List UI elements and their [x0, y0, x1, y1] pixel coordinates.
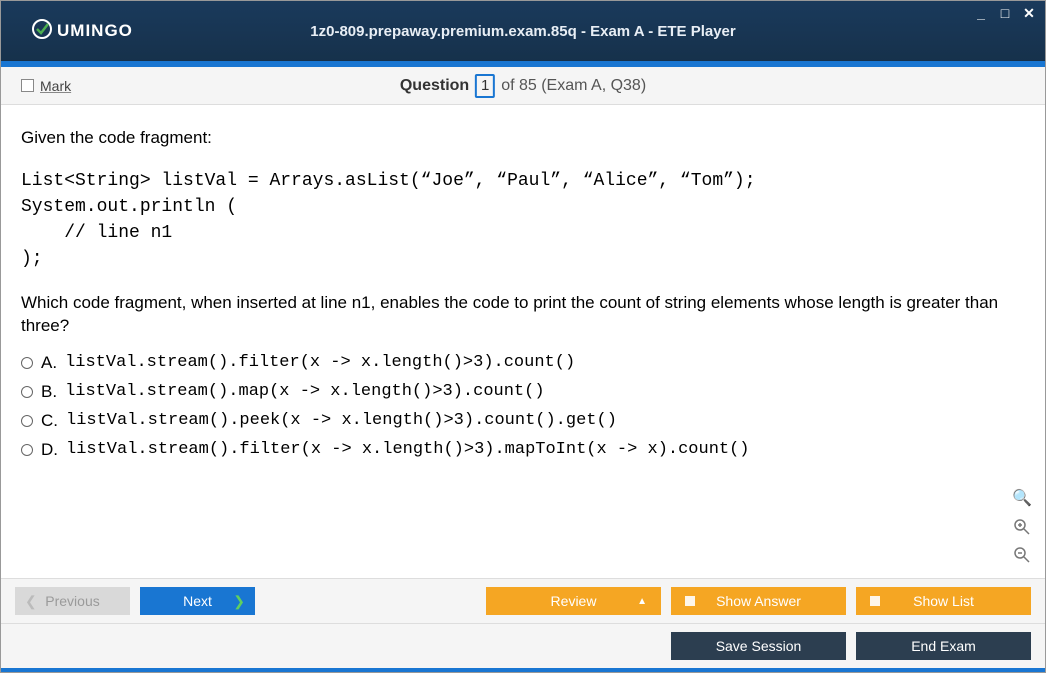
option-a[interactable]: A. listVal.stream().filter(x -> x.length(…	[21, 352, 1025, 375]
question-label: Question	[400, 77, 469, 95]
radio-icon[interactable]	[21, 444, 33, 456]
question-meta-bar: Mark Question 1 of 85 (Exam A, Q38)	[1, 67, 1045, 105]
title-bar: UMINGO 1z0-809.prepaway.premium.exam.85q…	[1, 1, 1045, 61]
previous-button[interactable]: ❮ Previous	[15, 587, 130, 615]
next-button[interactable]: Next ❯	[140, 587, 255, 615]
square-icon	[870, 596, 880, 606]
question-position: Question 1 of 85 (Exam A, Q38)	[400, 74, 646, 98]
chevron-right-icon: ❯	[233, 593, 245, 610]
option-c[interactable]: C. listVal.stream().peek(x -> x.length()>…	[21, 410, 1025, 433]
save-session-button[interactable]: Save Session	[671, 632, 846, 660]
zoom-in-icon[interactable]	[1011, 516, 1033, 538]
option-d[interactable]: D. listVal.stream().filter(x -> x.length(…	[21, 439, 1025, 462]
mark-checkbox[interactable]: Mark	[21, 78, 71, 94]
option-letter: B.	[41, 381, 57, 404]
brand-text: UMINGO	[57, 21, 133, 41]
question-total: of 85 (Exam A, Q38)	[501, 77, 646, 95]
mark-label: Mark	[40, 78, 71, 94]
review-label: Review	[551, 593, 597, 609]
minimize-icon[interactable]: _	[973, 5, 989, 22]
option-letter: D.	[41, 439, 58, 462]
code-fragment: List<String> listVal = Arrays.asList(“Jo…	[21, 168, 1025, 272]
question-content: Given the code fragment: List<String> li…	[1, 105, 1045, 578]
footer-nav: ❮ Previous Next ❯ Review ▲ Show Answer Show…	[1, 578, 1045, 623]
chevron-left-icon: ❮	[25, 593, 37, 610]
footer-session: Save Session End Exam	[1, 623, 1045, 672]
next-label: Next	[183, 593, 212, 609]
check-icon	[31, 18, 53, 45]
triangle-up-icon: ▲	[637, 596, 647, 607]
question-text: Which code fragment, when inserted at li…	[21, 292, 1025, 338]
end-exam-button[interactable]: End Exam	[856, 632, 1031, 660]
window-title: 1z0-809.prepaway.premium.exam.85q - Exam…	[310, 23, 735, 40]
zoom-tools: 🔍	[1011, 488, 1033, 566]
option-code: listVal.stream().filter(x -> x.length()>…	[65, 352, 575, 375]
previous-label: Previous	[45, 593, 99, 609]
app-logo: UMINGO	[31, 18, 133, 45]
radio-icon[interactable]	[21, 386, 33, 398]
option-code: listVal.stream().peek(x -> x.length()>3)…	[66, 410, 617, 433]
show-answer-button[interactable]: Show Answer	[671, 587, 846, 615]
show-answer-label: Show Answer	[716, 593, 801, 609]
checkbox-icon[interactable]	[21, 79, 34, 92]
maximize-icon[interactable]: □	[997, 5, 1013, 22]
option-letter: C.	[41, 410, 58, 433]
option-code: listVal.stream().map(x -> x.length()>3).…	[65, 381, 544, 404]
show-list-button[interactable]: Show List	[856, 587, 1031, 615]
option-code: listVal.stream().filter(x -> x.length()>…	[66, 439, 750, 462]
review-button[interactable]: Review ▲	[486, 587, 661, 615]
magnifier-icon[interactable]: 🔍	[1011, 488, 1033, 510]
zoom-out-icon[interactable]	[1011, 544, 1033, 566]
question-number-input[interactable]: 1	[475, 74, 495, 98]
radio-icon[interactable]	[21, 415, 33, 427]
close-icon[interactable]: ✕	[1021, 5, 1037, 22]
show-list-label: Show List	[913, 593, 974, 609]
intro-text: Given the code fragment:	[21, 127, 1025, 150]
radio-icon[interactable]	[21, 357, 33, 369]
square-icon	[685, 596, 695, 606]
window-controls: _ □ ✕	[973, 5, 1037, 22]
answer-options: A. listVal.stream().filter(x -> x.length(…	[21, 352, 1025, 462]
option-letter: A.	[41, 352, 57, 375]
option-b[interactable]: B. listVal.stream().map(x -> x.length()>3…	[21, 381, 1025, 404]
